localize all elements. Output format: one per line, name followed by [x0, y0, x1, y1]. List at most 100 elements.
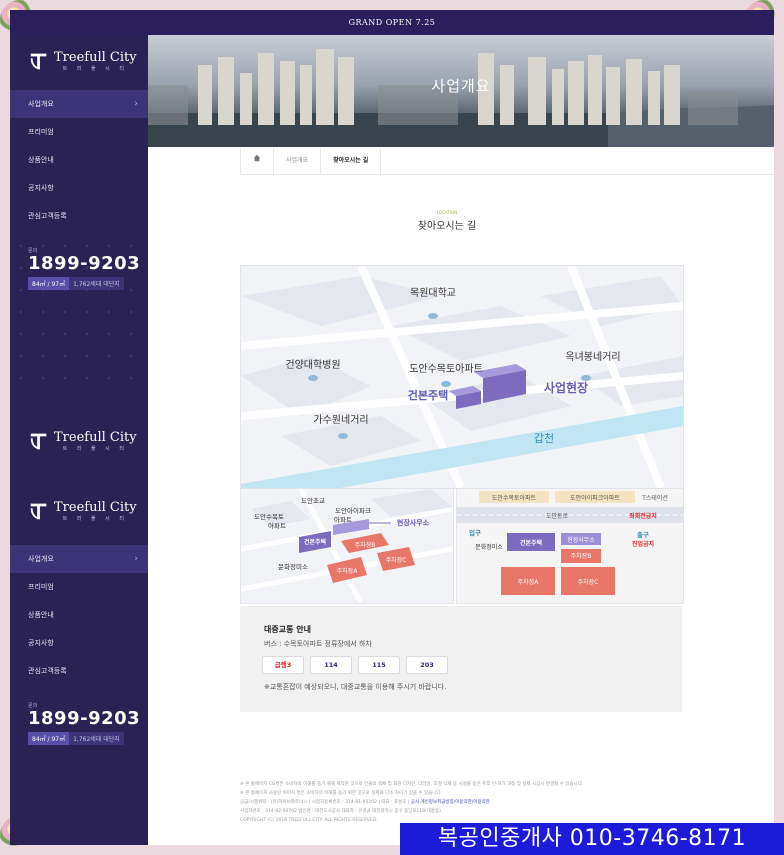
footer-line: ※ 본 홈페이지 CG컷은 소비자의 이해를 돕기 위해 제작된 것으로 건물의…	[240, 782, 584, 787]
label-site: 사업현장	[544, 380, 588, 395]
label-hospital: 건양대학병원	[285, 359, 340, 371]
label-exit: 출구	[637, 530, 649, 539]
breadcrumb: 사업개요 찾아오시는 길	[240, 148, 774, 175]
logo-mark-icon	[30, 503, 47, 520]
sidebar-item-products[interactable]: 상품안내	[10, 601, 148, 629]
sidebar-item-label: 관심고객등록	[28, 667, 67, 675]
label-munhwa: 문화정미소	[278, 562, 308, 571]
label-doan-sumoktow: 도안수목토	[254, 512, 284, 521]
label-gunbon: 건본주택	[520, 539, 542, 547]
label-gasuwon: 가수원네거리	[313, 414, 368, 426]
chevron-right-icon: ›	[134, 554, 138, 564]
size-badge: 84㎡ / 97㎡	[28, 732, 70, 745]
label-university: 목원대학교	[410, 287, 456, 299]
sidebar-item-label: 상품안내	[28, 156, 54, 164]
sidebar-item-label: 사업개요	[28, 555, 54, 563]
units-badge: 1,762세대 대단지	[69, 732, 124, 745]
logo[interactable]: Treefull City 트 리 풀 시 티	[28, 50, 137, 72]
label-field-office: 현장사무소	[397, 518, 430, 527]
logo-name: Treefull City	[54, 49, 137, 65]
logo[interactable]: Treefull City 트 리 풀 시 티	[28, 430, 137, 452]
size-badge: 84㎡ / 97㎡	[28, 277, 70, 290]
label-left-turn: 좌회전금지	[629, 512, 657, 520]
sidebar-item-overview[interactable]: 사업개요 ›	[10, 90, 148, 118]
call-block: 문의 1899-9203 84㎡ / 97㎡ 1,762세대 대단지	[28, 702, 140, 745]
sidebar-item-label: 상품안내	[28, 611, 54, 619]
route-pill: 115	[358, 656, 400, 674]
sidebar-item-premium[interactable]: 프리미엄	[10, 118, 148, 146]
sidebar-item-register[interactable]: 관심고객등록	[10, 202, 148, 230]
sidebar-item-register[interactable]: 관심고객등록	[10, 657, 148, 685]
route-pill: 급행3	[262, 656, 304, 674]
transit-info: 대중교통 안내 버스 : 수목토아파트 정류장에서 하차 급행3 114 115…	[240, 606, 682, 712]
footer-text: 공급/시행위탁 : (유)하이브파트너스 | 시업자등록번호 : 314-81-…	[240, 800, 411, 805]
logo-name: Treefull City	[54, 429, 137, 445]
hero-banner: 사업개요	[148, 35, 774, 147]
footer-line: ※ 본 홈페이지 사용된 이미지 컷은 소비자의 이해를 돕기 위한 것으로 실…	[240, 791, 442, 796]
label-gunbon: 건본주택	[304, 538, 326, 546]
transit-title: 대중교통 안내	[264, 625, 311, 634]
transit-note: ※교통혼잡이 예상되오니, 대중교통을 이용해 주시기 바랍니다.	[264, 683, 447, 691]
label-parking-a: 주차장A	[337, 567, 359, 575]
label-apt1: 아파트	[268, 521, 286, 530]
label-parking-b: 주차장B	[571, 552, 592, 560]
breadcrumb-level1[interactable]: 사업개요	[273, 148, 320, 174]
bus-routes: 급행3 114 115 203	[262, 656, 448, 674]
logo-mark-icon	[30, 53, 47, 70]
sidebar-nav: 사업개요 › 프리미엄 상품안내 공지사항 관심고객등록	[10, 90, 148, 230]
logo-name: Treefull City	[54, 499, 137, 515]
grand-open-banner: GRAND OPEN 7.25	[10, 10, 774, 35]
sidebar-item-label: 공지사항	[28, 639, 54, 647]
privacy-link[interactable]: 공사 개인정보취급방침/이용약관/이용약관	[411, 800, 490, 805]
label-field-office: 현장사무소	[567, 536, 595, 544]
label-apartment: 도안수목토아파트	[409, 363, 483, 375]
label-gunbon: 건본주택	[408, 388, 448, 402]
sidebar-item-label: 관심고객등록	[28, 212, 67, 220]
section-title: 찾아오시는 길	[417, 221, 477, 232]
label-top1: 도안수목토아파트	[492, 494, 537, 502]
home-icon[interactable]	[240, 148, 273, 174]
logo-sub: 트 리 풀 시 티	[62, 445, 128, 452]
sidebar-nav: 사업개요 › 프리미엄 상품안내 공지사항 관심고객등록	[10, 545, 148, 685]
page: GRAND OPEN 7.25 Treefull City 트 리 풀 시 티 …	[10, 10, 774, 845]
sidebar: Treefull City 트 리 풀 시 티 사업개요 › 프리미엄 상품안내 …	[10, 35, 148, 845]
label-doan-school: 도안초교	[301, 496, 325, 505]
section-tag: LOCATION	[436, 210, 458, 215]
label-parking-c: 주차장C	[386, 556, 407, 564]
call-number[interactable]: 1899-9203	[28, 709, 140, 729]
footer: ※ 본 홈페이지 CG컷은 소비자의 이해를 돕기 위해 제작된 것으로 건물의…	[240, 780, 760, 825]
units-badge: 1,762세대 대단지	[69, 277, 124, 290]
footer-line: 사업자번호 : 314-82-00702 법인명 : 대전도시공사 대표자 : …	[240, 809, 441, 814]
label-station: T스테이션	[641, 494, 668, 502]
sidebar-item-overview[interactable]: 사업개요 ›	[10, 545, 148, 573]
label-parking-a: 주차장A	[518, 578, 540, 586]
label-doan-ipark: 도안아이파크	[335, 506, 371, 515]
label-entrance: 입구	[469, 528, 481, 537]
sidebar-item-label: 프리미엄	[28, 583, 54, 591]
logo[interactable]: Treefull City 트 리 풀 시 티	[28, 500, 137, 522]
sidebar-item-premium[interactable]: 프리미엄	[10, 573, 148, 601]
breadcrumb-current: 찾아오시는 길	[320, 148, 382, 174]
label-river: 갑천	[534, 431, 554, 445]
call-number[interactable]: 1899-9203	[28, 254, 140, 274]
label-top2: 도안아이파크아파트	[570, 494, 620, 502]
logo-sub: 트 리 풀 시 티	[62, 515, 128, 522]
label-munhwa: 문화정미소	[475, 543, 503, 551]
chevron-right-icon: ›	[134, 99, 138, 109]
realtor-watermark: 복공인중개사 010-3746-8171	[400, 823, 784, 855]
location-map: 목원대학교 건양대학병원 도안수목토아파트 옥녀봉네거리 사업현장 건본주택 가…	[240, 265, 684, 489]
sidebar-item-notice[interactable]: 공지사항	[10, 174, 148, 202]
detail-map-left: 도안초교 도안수목토 아파트 도안아이파크 아파트 현장사무소 건본주택 주차장…	[240, 488, 454, 604]
sidebar-item-products[interactable]: 상품안내	[10, 146, 148, 174]
detail-map-right: 도안수목토아파트 도안아이파크아파트 T스테이션 도안동로 좌회전금지 입구 문…	[456, 488, 684, 604]
logo-sub: 트 리 풀 시 티	[62, 65, 128, 72]
hero-title: 사업개요	[431, 77, 491, 95]
label-parking-b: 주차장B	[355, 541, 376, 549]
sidebar-item-label: 공지사항	[28, 184, 54, 192]
route-pill: 114	[310, 656, 352, 674]
route-pill: 203	[406, 656, 448, 674]
label-no-entry: 진입금지	[632, 540, 654, 548]
sidebar-item-notice[interactable]: 공지사항	[10, 629, 148, 657]
label-okbong: 옥녀봉네거리	[565, 351, 620, 363]
call-block: 문의 1899-9203 84㎡ / 97㎡ 1,762세대 대단지	[28, 247, 140, 290]
